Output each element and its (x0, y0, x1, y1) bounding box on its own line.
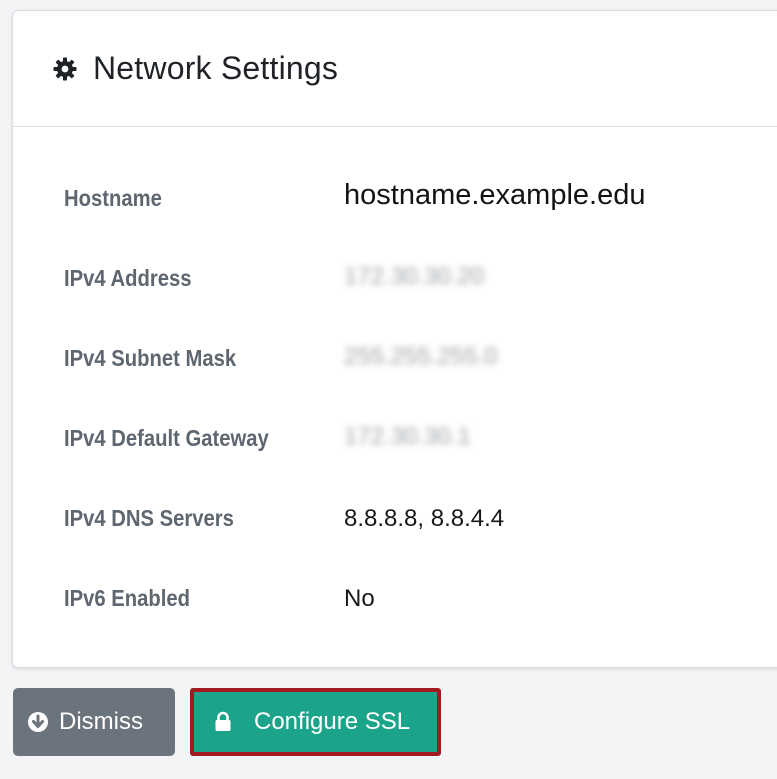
card-header: Network Settings (13, 11, 777, 127)
setting-label: IPv4 Subnet Mask (64, 345, 237, 371)
setting-row-default-gateway: IPv4 Default Gateway 172.30.30.1 (13, 417, 777, 457)
gear-icon (53, 57, 77, 81)
setting-label: IPv4 DNS Servers (64, 505, 234, 531)
card-title: Network Settings (93, 50, 339, 86)
setting-value: hostname.example.edu (344, 179, 646, 211)
setting-row-ipv6-enabled: IPv6 Enabled No (13, 577, 777, 617)
setting-value: 8.8.8.8, 8.8.4.4 (344, 505, 505, 532)
setting-label: Hostname (64, 185, 162, 211)
page: Network Settings Hostname hostname.examp… (0, 0, 777, 779)
setting-value-redacted: 172.30.30.20 (344, 263, 485, 290)
setting-label: IPv6 Enabled (64, 585, 190, 611)
lock-icon (214, 711, 232, 733)
arrow-down-circle-icon (27, 711, 49, 733)
setting-row-subnet-mask: IPv4 Subnet Mask 255.255.255.0 (13, 337, 777, 377)
setting-label: IPv4 Address (64, 265, 192, 291)
setting-row-hostname: Hostname hostname.example.edu (13, 177, 777, 217)
configure-ssl-label: Configure SSL (254, 708, 411, 735)
dismiss-label: Dismiss (59, 708, 143, 735)
network-settings-card: Network Settings Hostname hostname.examp… (12, 10, 777, 668)
setting-value-redacted: 172.30.30.1 (344, 423, 471, 450)
setting-value: No (344, 585, 375, 612)
setting-label: IPv4 Default Gateway (64, 425, 269, 451)
configure-ssl-button[interactable]: Configure SSL (190, 688, 441, 756)
setting-value-redacted: 255.255.255.0 (344, 343, 498, 370)
setting-row-ipv4-address: IPv4 Address 172.30.30.20 (13, 257, 777, 297)
dismiss-button[interactable]: Dismiss (13, 688, 175, 756)
setting-row-dns-servers: IPv4 DNS Servers 8.8.8.8, 8.8.4.4 (13, 497, 777, 537)
